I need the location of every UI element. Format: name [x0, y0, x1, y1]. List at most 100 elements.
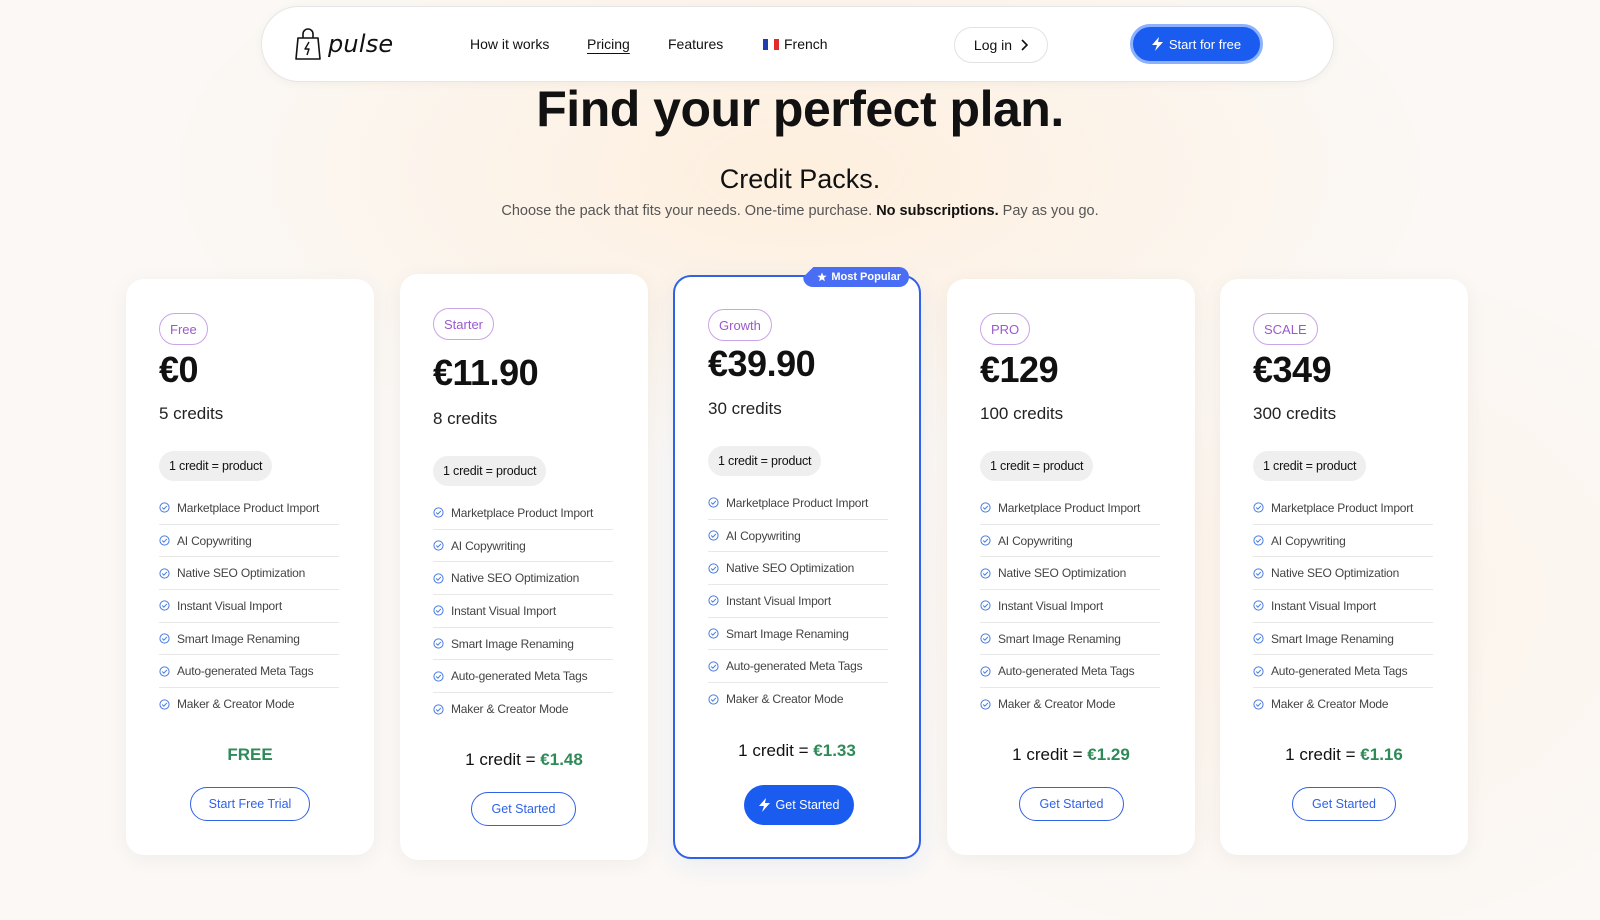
- feature-label: Native SEO Optimization: [451, 571, 580, 586]
- credit-unit-pill: 1 credit = product: [1253, 451, 1367, 481]
- feature-item: Auto-generated Meta Tags: [159, 655, 339, 689]
- feature-item: Instant Visual Import: [980, 590, 1160, 623]
- ratio-value: €1.33: [813, 741, 856, 760]
- lightning-icon: [758, 798, 770, 812]
- check-circle-icon: [1253, 600, 1264, 611]
- check-circle-icon: [159, 568, 170, 579]
- section-description: Choose the pack that fits your needs. On…: [0, 203, 1600, 219]
- section-title: Credit Packs.: [719, 164, 881, 194]
- plan-credits: 100 credits: [980, 404, 1064, 423]
- feature-item: AI Copywriting: [708, 520, 888, 553]
- ratio-value: €1.16: [1360, 745, 1403, 764]
- plan-credits: 30 credits: [708, 399, 782, 418]
- get-started-button[interactable]: Get Started: [471, 792, 576, 826]
- feature-label: Instant Visual Import: [177, 598, 282, 613]
- feature-item: Smart Image Renaming: [433, 628, 613, 661]
- feature-item: Native SEO Optimization: [708, 552, 888, 586]
- check-circle-icon: [708, 497, 719, 508]
- feature-label: Maker & Creator Mode: [451, 702, 569, 717]
- get-started-button[interactable]: Get Started: [744, 785, 854, 825]
- star-icon: [817, 272, 827, 282]
- feature-item: AI Copywriting: [159, 525, 339, 558]
- check-circle-icon: [708, 563, 719, 574]
- feature-label: Auto-generated Meta Tags: [726, 659, 863, 674]
- nav-link-features[interactable]: Features: [668, 36, 723, 52]
- language-selector[interactable]: French: [763, 36, 828, 52]
- login-button[interactable]: Log in: [954, 27, 1048, 63]
- nav-link-how-it-works[interactable]: How it works: [470, 36, 549, 52]
- plan-price: €129: [980, 349, 1059, 390]
- check-circle-icon: [159, 600, 170, 611]
- feature-label: Marketplace Product Import: [998, 500, 1141, 515]
- feature-item: Maker & Creator Mode: [708, 683, 888, 716]
- start-for-free-label: Start for free: [1168, 36, 1242, 52]
- ratio-prefix: 1 credit =: [1285, 745, 1361, 764]
- feature-label: Instant Visual Import: [726, 593, 831, 608]
- feature-item: Instant Visual Import: [433, 595, 613, 628]
- feature-label: Auto-generated Meta Tags: [1271, 664, 1408, 679]
- french-flag-icon: [763, 39, 779, 50]
- feature-item: Instant Visual Import: [1253, 590, 1433, 623]
- plan-card-scale: SCALE €349 300 credits 1 credit = produc…: [1220, 279, 1468, 855]
- feature-label: Auto-generated Meta Tags: [177, 664, 314, 679]
- check-circle-icon: [708, 530, 719, 541]
- feature-item: Smart Image Renaming: [1253, 623, 1433, 656]
- check-circle-icon: [433, 573, 444, 584]
- feature-label: Maker & Creator Mode: [177, 697, 295, 712]
- plan-card-free: Free €0 5 credits 1 credit = product Mar…: [126, 279, 374, 855]
- feature-item: Native SEO Optimization: [159, 557, 339, 591]
- feature-label: Marketplace Product Import: [726, 495, 869, 510]
- feature-item: Smart Image Renaming: [159, 623, 339, 656]
- feature-item: Auto-generated Meta Tags: [433, 660, 613, 694]
- feature-label: Marketplace Product Import: [451, 505, 594, 520]
- ratio-prefix: 1 credit =: [465, 750, 541, 769]
- feature-item: Instant Visual Import: [708, 585, 888, 618]
- credit-unit-pill: 1 credit = product: [433, 456, 547, 486]
- plan-price: €11.90: [433, 352, 539, 393]
- feature-label: Instant Visual Import: [998, 598, 1103, 613]
- nav-link-pricing[interactable]: Pricing: [587, 36, 630, 52]
- check-circle-icon: [433, 540, 444, 551]
- check-circle-icon: [159, 699, 170, 710]
- lightning-icon: [1151, 37, 1163, 51]
- plan-tier-badge: SCALE: [1253, 313, 1318, 345]
- shopping-bag-icon: [295, 28, 321, 60]
- feature-label: AI Copywriting: [1271, 533, 1346, 548]
- check-circle-icon: [980, 535, 991, 546]
- desc-text: Choose the pack that fits your needs. On…: [501, 203, 877, 219]
- feature-label: Native SEO Optimization: [177, 566, 306, 581]
- credit-unit-pill: 1 credit = product: [980, 451, 1094, 481]
- get-started-button[interactable]: Get Started: [1292, 787, 1396, 821]
- ratio-prefix: 1 credit =: [738, 741, 814, 760]
- feature-label: Smart Image Renaming: [451, 636, 574, 651]
- feature-item: Maker & Creator Mode: [159, 688, 339, 721]
- plan-card-starter: Starter €11.90 8 credits 1 credit = prod…: [400, 274, 648, 860]
- language-label: French: [784, 36, 828, 52]
- feature-item: Instant Visual Import: [159, 590, 339, 623]
- check-circle-icon: [433, 704, 444, 715]
- feature-item: Maker & Creator Mode: [1253, 688, 1433, 721]
- check-circle-icon: [159, 666, 170, 677]
- plan-credits: 8 credits: [433, 409, 498, 428]
- price-per-credit: 1 credit = €1.33: [675, 741, 919, 761]
- start-free-trial-button[interactable]: Start Free Trial: [190, 787, 310, 821]
- logo[interactable]: pulse: [294, 27, 393, 61]
- feature-item: AI Copywriting: [433, 530, 613, 563]
- feature-label: Smart Image Renaming: [998, 631, 1121, 646]
- feature-list: Marketplace Product Import AI Copywritin…: [1253, 492, 1433, 721]
- feature-item: Native SEO Optimization: [1253, 557, 1433, 591]
- feature-label: Marketplace Product Import: [177, 500, 320, 515]
- feature-label: Instant Visual Import: [1271, 598, 1376, 613]
- plan-credits: 5 credits: [159, 404, 224, 423]
- top-navbar: pulse How it works Pricing Features Fren…: [261, 6, 1334, 82]
- plan-price: €0: [159, 349, 199, 390]
- feature-item: Smart Image Renaming: [708, 618, 888, 651]
- start-for-free-button[interactable]: Start for free: [1130, 24, 1263, 64]
- plan-price: €349: [1253, 349, 1332, 390]
- feature-label: Native SEO Optimization: [998, 566, 1127, 581]
- most-popular-badge: Most Popular: [803, 267, 909, 287]
- get-started-button[interactable]: Get Started: [1019, 787, 1124, 821]
- plan-tier-badge: Starter: [433, 308, 495, 340]
- credit-unit-pill: 1 credit = product: [708, 446, 822, 476]
- page-title: Find your perfect plan.: [536, 81, 1064, 137]
